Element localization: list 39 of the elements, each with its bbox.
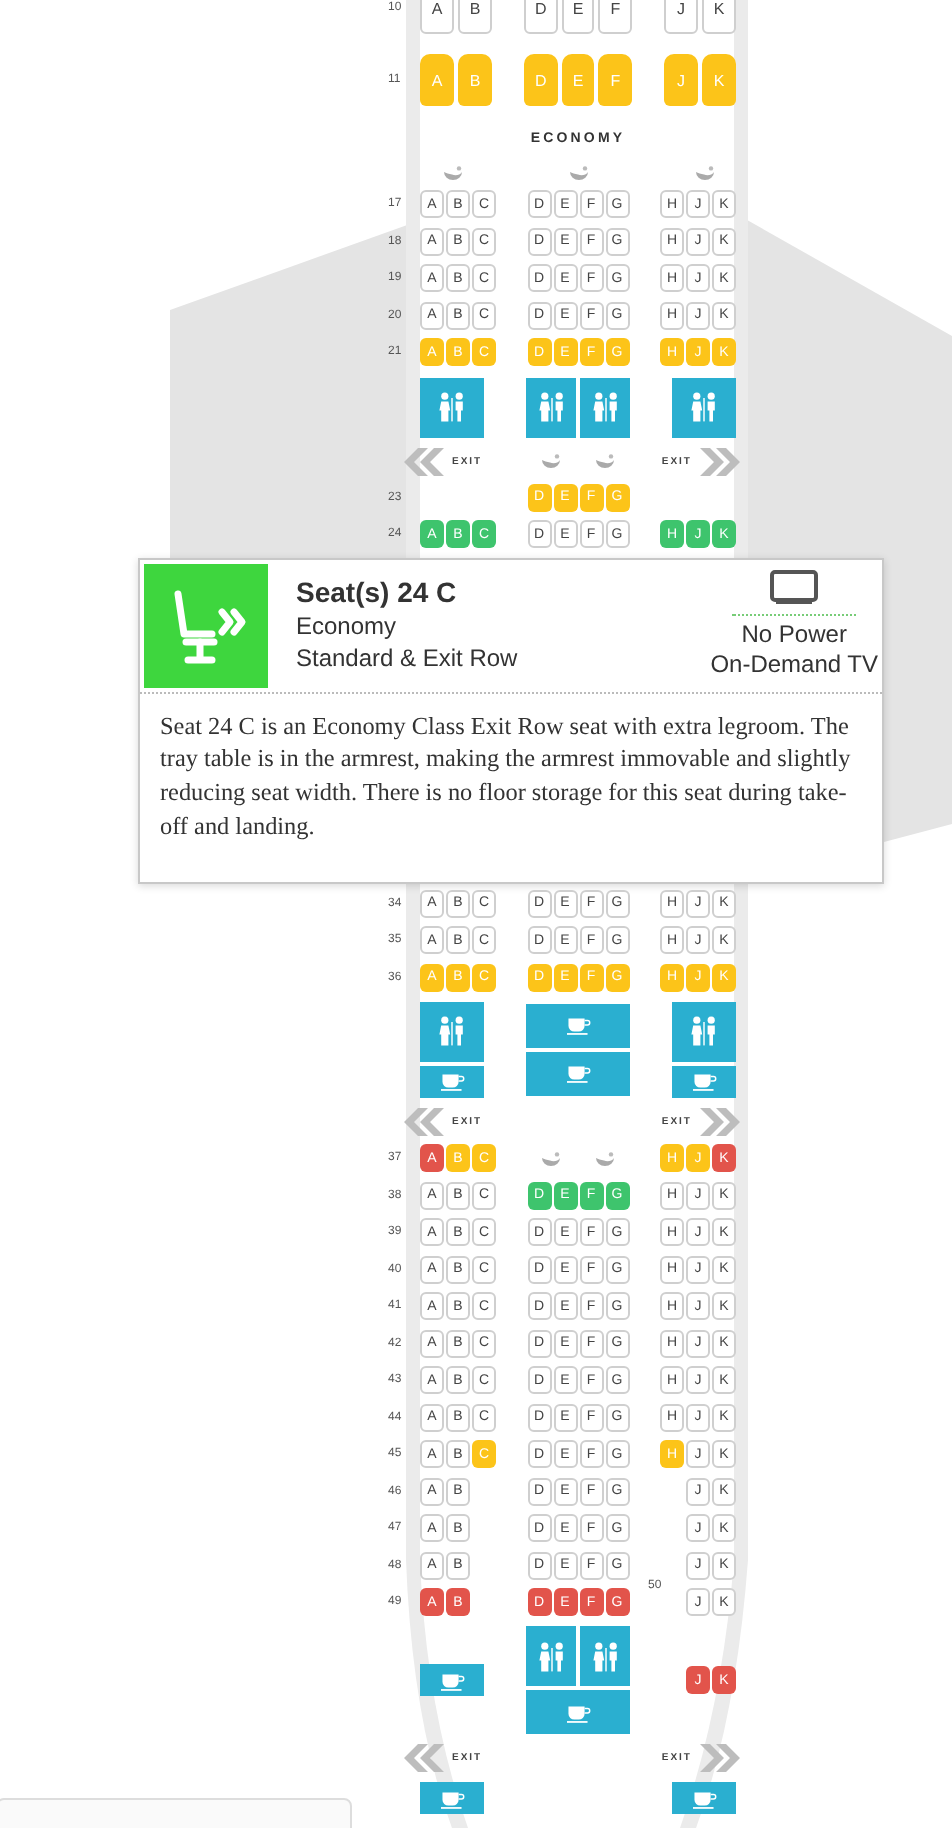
exit-arrow-icon bbox=[696, 1107, 744, 1136]
seat-type: Standard & Exit Row bbox=[296, 643, 520, 671]
cup-icon bbox=[690, 1787, 718, 1810]
amenity: On-Demand TV bbox=[710, 650, 878, 682]
amenity: No Power bbox=[741, 619, 847, 651]
cup-icon bbox=[438, 1669, 466, 1692]
cup-icon bbox=[564, 1014, 592, 1037]
restroom-icon bbox=[587, 390, 623, 424]
bassinet-icon bbox=[695, 166, 713, 180]
bassinet-icon bbox=[596, 1151, 614, 1166]
restroom-icon bbox=[533, 390, 569, 424]
cup-icon bbox=[564, 1701, 592, 1724]
seat[interactable]: J bbox=[664, 0, 698, 34]
seat[interactable]: F bbox=[598, 0, 633, 34]
seat[interactable]: B bbox=[458, 0, 492, 34]
seat[interactable]: D bbox=[524, 0, 558, 34]
restroom-icon bbox=[533, 1639, 569, 1674]
seat-description: Seat 24 C is an Economy Class Exit Row seat with extra legroom. The tray table is in the armrest, making the armrest immovable and slightly reducing seat width. There is no floor storage for this seat during take-off and landing. bbox=[158, 709, 853, 844]
cabin-class: Economy bbox=[296, 611, 399, 639]
bassinet-icon bbox=[542, 454, 560, 468]
exit-arrow-icon bbox=[400, 447, 448, 475]
seat[interactable]: E bbox=[561, 0, 595, 34]
seat[interactable]: A bbox=[420, 0, 454, 34]
exit-arrow-icon bbox=[400, 1107, 448, 1136]
monitor-icon bbox=[770, 569, 819, 605]
bassinet-icon bbox=[443, 166, 461, 180]
bassinet-icon bbox=[542, 1151, 560, 1166]
restroom-icon bbox=[587, 1639, 623, 1674]
cup-icon bbox=[690, 1070, 718, 1093]
bassinet-icon bbox=[569, 166, 587, 180]
seat[interactable]: K bbox=[702, 0, 736, 34]
exit-arrow-icon bbox=[696, 447, 744, 475]
seat-title: Seat(s) 24 C bbox=[296, 575, 459, 607]
cup-icon bbox=[438, 1070, 466, 1093]
cup-icon bbox=[438, 1787, 466, 1810]
exit-arrow-icon bbox=[696, 1744, 744, 1773]
exit-arrow-icon bbox=[400, 1744, 448, 1773]
bassinet-icon bbox=[596, 454, 614, 468]
cup-icon bbox=[564, 1062, 592, 1085]
